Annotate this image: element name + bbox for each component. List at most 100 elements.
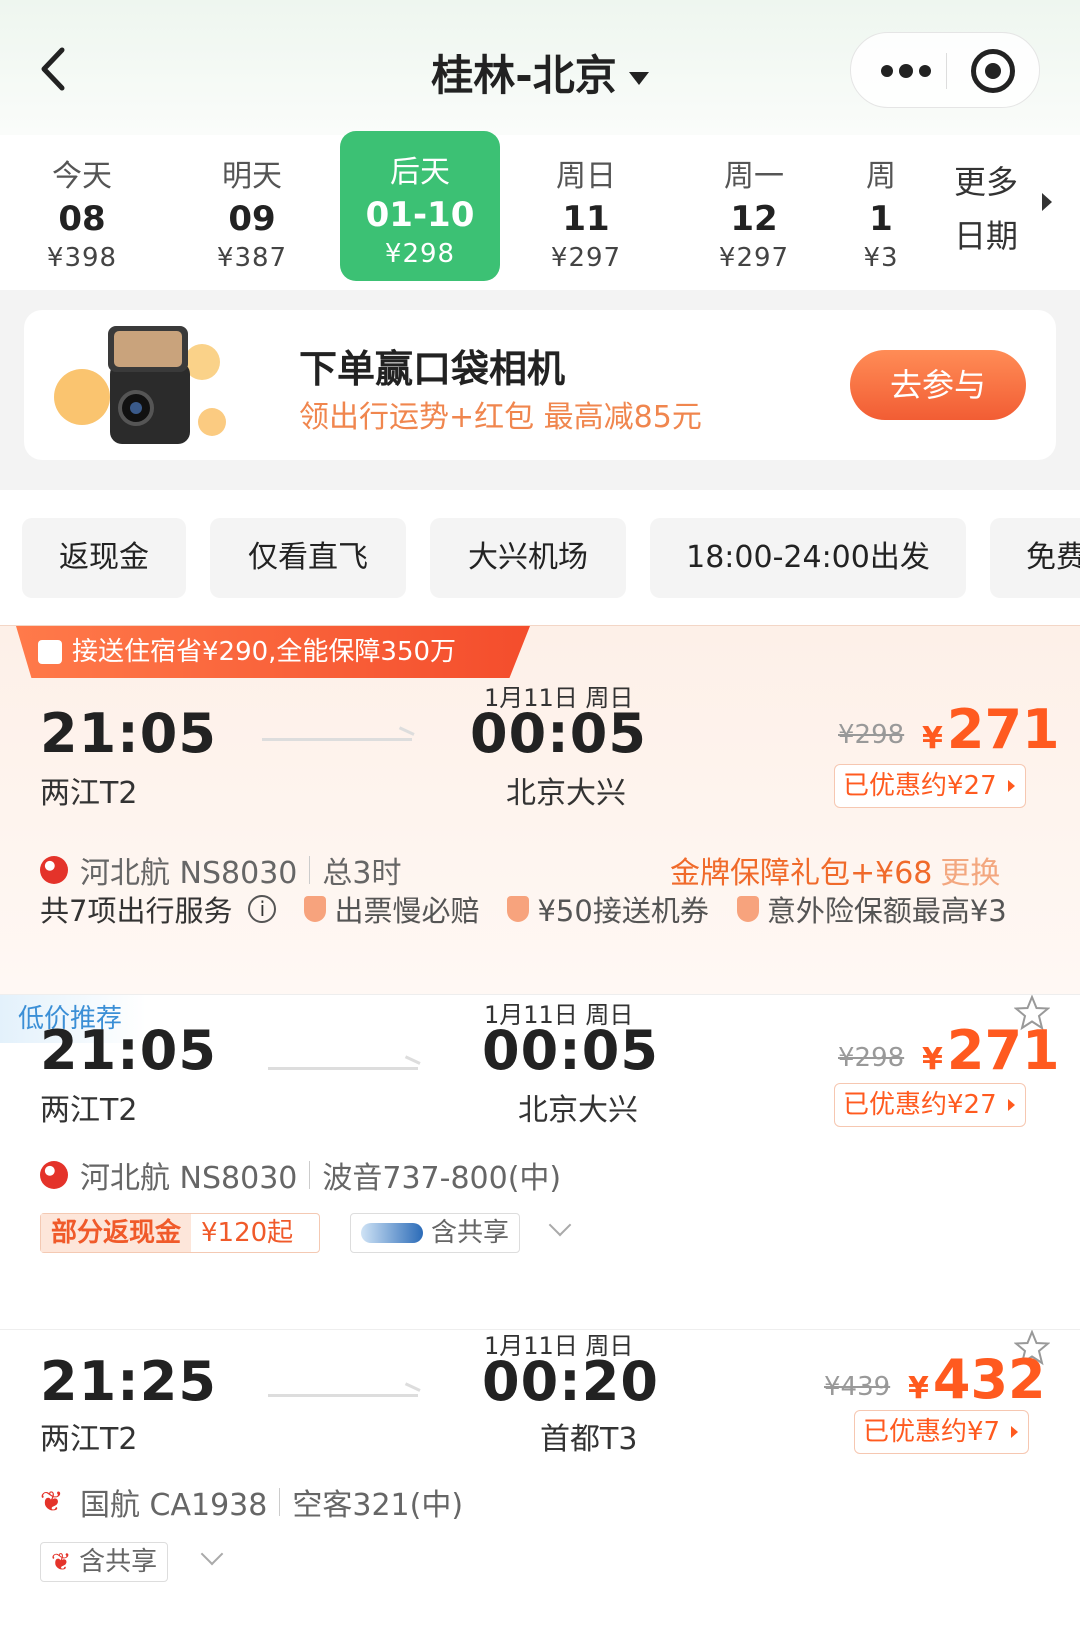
chevron-down-icon[interactable] [548,1213,572,1237]
pocket-camera-icon [54,326,226,444]
date-cell[interactable]: 今天 08 ¥398 [2,135,162,283]
service-text: 意外险保额最高¥3 [766,894,1007,928]
departure-time: 21:05 [40,1019,217,1082]
current-price-value: 271 [946,698,1060,761]
discount-badge[interactable]: 已优惠约¥7 [854,1410,1030,1454]
service-text: ¥50接送机券 [537,894,709,928]
date-day: 12 [730,199,778,239]
service-item: 意外险保额最高¥3 [736,888,1007,930]
date-day: 1 [869,199,893,239]
air-china-logo-icon: ❦ [40,1485,64,1518]
codeshare-text: 含共享 [79,1547,158,1577]
date-label: 今天 [52,159,112,194]
current-price: ¥432 [908,1348,1046,1411]
chevron-down-icon[interactable] [200,1542,224,1566]
shield-icon [507,896,530,922]
services-summary[interactable]: 共7项出行服务 i [40,888,277,930]
date-price: ¥297 [550,243,622,273]
codeshare-badge[interactable]: 含共享 [350,1213,521,1253]
arrival-airport: 北京大兴 [518,1093,638,1128]
codeshare-airline-logo-icon [361,1223,423,1243]
departure-time: 21:05 [40,702,217,765]
service-item: ¥50接送机券 [507,888,709,930]
airline-info: 河北航 NS8030 波音737-800(中) [40,1153,561,1197]
date-day: 01-10 [365,195,475,235]
arrival-time: 00:20 [482,1350,659,1413]
arrival-airport: 北京大兴 [506,776,626,811]
capsule-divider [946,53,947,89]
more-dates-arrow-icon [1042,193,1052,211]
date-strip: 今天 08 ¥398 明天 09 ¥387 后天 01-10 ¥298 周日 1… [0,131,1080,290]
airline-flight-no: 河北航 NS8030 [80,856,298,891]
filter-chip-cashback[interactable]: 返现金 [22,518,186,598]
date-cell-selected[interactable]: 后天 01-10 ¥298 [340,131,500,281]
services-title: 共7项出行服务 [40,894,233,928]
more-dates-line2: 日期 [954,217,1019,255]
date-cell[interactable]: 明天 09 ¥387 [172,135,332,283]
cashback-label: 部分返现金 [41,1214,192,1252]
current-price-value: 432 [932,1348,1046,1411]
flight-duration: 总3时 [322,856,402,891]
thumbs-up-icon [38,640,62,664]
gold-package[interactable]: 金牌保障礼包+¥68 更换 [670,848,1000,892]
cashback-amount: ¥120起 [201,1218,294,1248]
price-yen-symbol: ¥ [922,1042,943,1077]
flight-arrow-icon [268,1394,418,1397]
current-price: ¥271 [922,698,1060,761]
aircraft-type: 波音737-800(中) [322,1161,562,1196]
date-day: 08 [58,199,106,239]
more-dates-button[interactable]: 更多 日期 [954,155,1074,263]
date-price: ¥398 [46,243,118,273]
more-dots-icon[interactable] [881,64,931,78]
discount-badge[interactable]: 已优惠约¥27 [834,1083,1026,1127]
date-cell[interactable]: 周一 12 ¥297 [674,135,834,283]
swap-link[interactable]: 更换 [940,856,1000,891]
services-row: 共7项出行服务 i 出票慢必赔 ¥50接送机券 意外险保额最高¥3 [40,888,1007,930]
hebei-airlines-logo-icon [40,856,68,884]
filter-bar: 返现金 仅看直飞 大兴机场 18:00-24:00出发 免费 [0,490,1080,625]
join-button[interactable]: 去参与 [850,350,1026,420]
filter-chip-free[interactable]: 免费 [990,518,1080,598]
flight-card[interactable]: 1月11日 周日 21:25 00:20 两江T2 首都T3 ¥439 ¥432… [0,1330,1080,1634]
service-text: 出票慢必赔 [334,894,480,928]
info-icon: i [248,895,277,923]
nav-header: 桂林-北京 [0,0,1080,135]
airline-flight-no: 河北航 NS8030 [80,1161,298,1196]
divider [309,856,311,884]
price-yen-symbol: ¥ [922,721,943,756]
aircraft-type: 空客321(中) [292,1488,464,1523]
date-price: ¥297 [718,243,790,273]
departure-time: 21:25 [40,1350,217,1413]
date-cell[interactable]: 周日 11 ¥297 [506,135,666,283]
filter-chip-time[interactable]: 18:00-24:00出发 [650,518,966,598]
airline-info: ❦ 国航 CA1938 空客321(中) [40,1480,463,1524]
current-price-value: 271 [946,1019,1060,1082]
discount-badge[interactable]: 已优惠约¥27 [834,764,1026,808]
service-item: 出票慢必赔 [304,888,479,930]
departure-airport: 两江T2 [40,1093,138,1128]
original-price: ¥298 [838,1043,905,1073]
divider [309,1161,311,1189]
date-day: 09 [228,199,276,239]
ticket-icon [304,896,327,922]
date-price: ¥387 [216,243,288,273]
price-yen-symbol: ¥ [908,1371,929,1406]
dropdown-triangle-icon [628,72,649,85]
original-price: ¥439 [824,1372,891,1402]
promo-title: 下单赢口袋相机 [299,347,566,391]
flight-arrow-icon [268,1067,418,1070]
current-price: ¥271 [922,1019,1060,1082]
cashback-badge[interactable]: 部分返现金 ¥120起 [40,1213,321,1253]
filter-chip-direct[interactable]: 仅看直飞 [210,518,406,598]
codeshare-badge[interactable]: ❦ 含共享 [40,1542,169,1582]
close-target-icon[interactable] [971,49,1015,93]
codeshare-airline-logo-icon: ❦ [51,1548,72,1576]
date-cell-partial[interactable]: 周 1 ¥3 [836,135,926,283]
more-dates-line1: 更多 [954,163,1019,201]
promo-banner[interactable]: 下单赢口袋相机 领出行运势+红包 最高减85元 去参与 [24,310,1056,460]
flight-card[interactable]: 接送住宿省¥290,全能保障350万 1月11日 周日 21:05 00:05 … [0,625,1080,995]
date-label: 周日 [556,159,616,194]
filter-chip-daxing[interactable]: 大兴机场 [430,518,626,598]
flight-card[interactable]: 低价推荐 1月11日 周日 21:05 00:05 两江T2 北京大兴 ¥298… [0,995,1080,1330]
original-price: ¥298 [838,720,905,750]
